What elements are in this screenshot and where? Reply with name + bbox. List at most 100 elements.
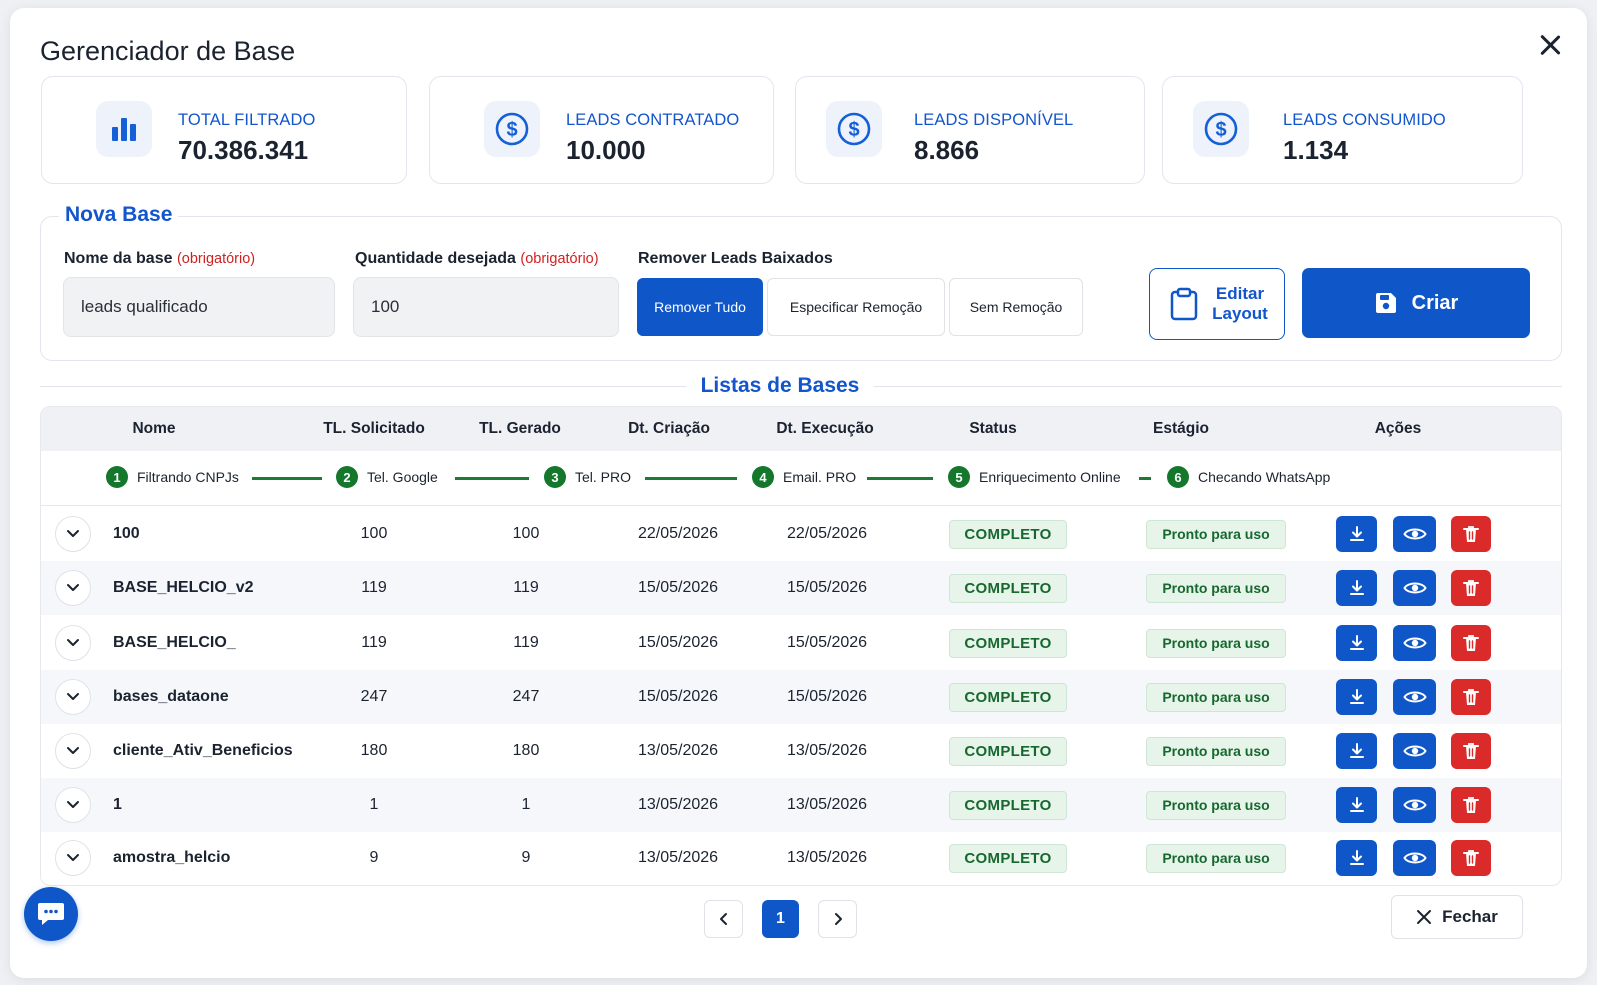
stage-badge: Pronto para uso (1146, 574, 1286, 603)
column-header-dt-criacao: Dt. Criação (628, 420, 710, 437)
clipboard-icon (1170, 287, 1198, 321)
stat-label: TOTAL FILTRADO (178, 111, 316, 129)
column-header-dt-execucao: Dt. Execução (776, 420, 874, 437)
sem-remocao-option[interactable]: Sem Remoção (949, 278, 1083, 336)
download-button[interactable] (1336, 787, 1377, 823)
trash-icon (1463, 635, 1479, 651)
stage-item: 5 Enriquecimento Online (948, 466, 1121, 488)
delete-button[interactable] (1451, 516, 1491, 552)
eye-icon (1402, 745, 1427, 757)
remover-tudo-option[interactable]: Remover Tudo (637, 278, 763, 336)
expand-row-button[interactable] (55, 787, 91, 823)
row-dt-criacao: 15/05/2026 (637, 579, 719, 596)
row-tl-solicitado: 119 (361, 579, 387, 596)
download-button[interactable] (1336, 840, 1377, 876)
divider (40, 386, 686, 387)
column-header-tl-gerado: TL. Gerado (479, 420, 561, 437)
fechar-button[interactable]: Fechar (1391, 895, 1523, 939)
row-nome: BASE_HELCIO_ (113, 634, 236, 651)
view-button[interactable] (1393, 570, 1436, 606)
view-button[interactable] (1393, 679, 1436, 715)
stage-connector (1139, 477, 1151, 480)
expand-row-button[interactable] (55, 733, 91, 769)
chat-support-button[interactable] (24, 887, 78, 941)
view-button[interactable] (1393, 733, 1436, 769)
stat-card-leads-consumido: $ LEADS CONSUMIDO 1.134 (1162, 76, 1523, 184)
trash-icon (1463, 526, 1479, 542)
stage-badge: Pronto para uso (1146, 737, 1286, 766)
close-icon[interactable] (1535, 30, 1565, 60)
stage-item: 6 Checando WhatsApp (1167, 466, 1330, 488)
required-hint: (obrigatório) (520, 251, 599, 267)
stat-value: 8.866 (914, 135, 980, 165)
chevron-left-icon (719, 913, 727, 925)
download-icon (1349, 580, 1364, 595)
download-button[interactable] (1336, 516, 1377, 552)
trash-icon (1463, 580, 1479, 596)
bases-table: Nome TL. Solicitado TL. Gerado Dt. Criaç… (40, 406, 1562, 886)
trash-icon (1463, 797, 1479, 813)
row-dt-execucao: 13/05/2026 (786, 742, 868, 759)
view-button[interactable] (1393, 840, 1436, 876)
current-page-button[interactable]: 1 (762, 900, 799, 938)
status-badge: COMPLETO (949, 844, 1067, 873)
close-icon (1417, 910, 1432, 924)
chevron-down-icon (67, 747, 79, 754)
delete-button[interactable] (1451, 679, 1491, 715)
delete-button[interactable] (1451, 570, 1491, 606)
nome-base-input[interactable] (63, 277, 335, 337)
nova-base-panel: Nova Base Nome da base (obrigatório) Qua… (40, 203, 1562, 361)
download-button[interactable] (1336, 733, 1377, 769)
chat-icon (38, 903, 64, 925)
row-tl-gerado: 119 (513, 634, 539, 651)
row-dt-criacao: 15/05/2026 (637, 634, 719, 651)
prev-page-button[interactable] (704, 900, 743, 938)
quantidade-input[interactable] (353, 277, 619, 337)
listas-de-bases-title: Listas de Bases (700, 374, 860, 397)
stat-value: 1.134 (1283, 135, 1349, 165)
status-badge: COMPLETO (949, 520, 1067, 549)
table-row: 1 1 1 13/05/2026 13/05/2026 COMPLETO Pronto pa… (41, 778, 1561, 832)
stage-badge: Pronto para uso (1146, 791, 1286, 820)
table-row: BASE_HELCIO_v2 119 119 15/05/2026 15/05/2026… (41, 561, 1561, 615)
eye-icon (1402, 637, 1427, 649)
expand-row-button[interactable] (55, 570, 91, 606)
delete-button[interactable] (1451, 840, 1491, 876)
row-dt-criacao: 22/05/2026 (637, 525, 719, 542)
table-row: amostra_helcio 9 9 13/05/2026 13/05/2026 COMP… (41, 831, 1561, 885)
table-row: bases_dataone 247 247 15/05/2026 15/05/2026 C… (41, 670, 1561, 724)
expand-row-button[interactable] (55, 516, 91, 552)
row-tl-solicitado: 180 (360, 742, 388, 759)
download-button[interactable] (1336, 625, 1377, 661)
download-icon (1349, 689, 1364, 704)
page-title: Gerenciador de Base (40, 36, 296, 66)
editar-layout-button[interactable]: Editar Layout (1149, 268, 1285, 340)
stat-card-leads-disponivel: $ LEADS DISPONÍVEL 8.866 (795, 76, 1145, 184)
stat-card-leads-contratado: $ LEADS CONTRATADO 10.000 (429, 76, 774, 184)
criar-button[interactable]: Criar (1302, 268, 1530, 338)
delete-button[interactable] (1451, 787, 1491, 823)
view-button[interactable] (1393, 787, 1436, 823)
expand-row-button[interactable] (55, 840, 91, 876)
download-button[interactable] (1336, 679, 1377, 715)
download-icon (1349, 526, 1364, 541)
especificar-remocao-option[interactable]: Especificar Remoção (767, 278, 945, 336)
column-header-acoes: Ações (1374, 420, 1422, 437)
delete-button[interactable] (1451, 733, 1491, 769)
stage-badge: Pronto para uso (1146, 629, 1286, 658)
view-button[interactable] (1393, 516, 1436, 552)
expand-row-button[interactable] (55, 679, 91, 715)
row-dt-execucao: 22/05/2026 (786, 525, 868, 542)
remover-leads-label: Remover Leads Baixados (638, 250, 833, 267)
row-dt-criacao: 15/05/2026 (637, 688, 719, 705)
dollar-icon: $ (484, 101, 540, 157)
table-header: Nome TL. Solicitado TL. Gerado Dt. Criaç… (41, 407, 1561, 451)
fechar-label: Fechar (1442, 907, 1498, 926)
row-tl-gerado: 1 (521, 796, 531, 813)
view-button[interactable] (1393, 625, 1436, 661)
next-page-button[interactable] (818, 900, 857, 938)
download-button[interactable] (1336, 570, 1377, 606)
expand-row-button[interactable] (55, 625, 91, 661)
download-icon (1349, 635, 1364, 650)
delete-button[interactable] (1451, 625, 1491, 661)
